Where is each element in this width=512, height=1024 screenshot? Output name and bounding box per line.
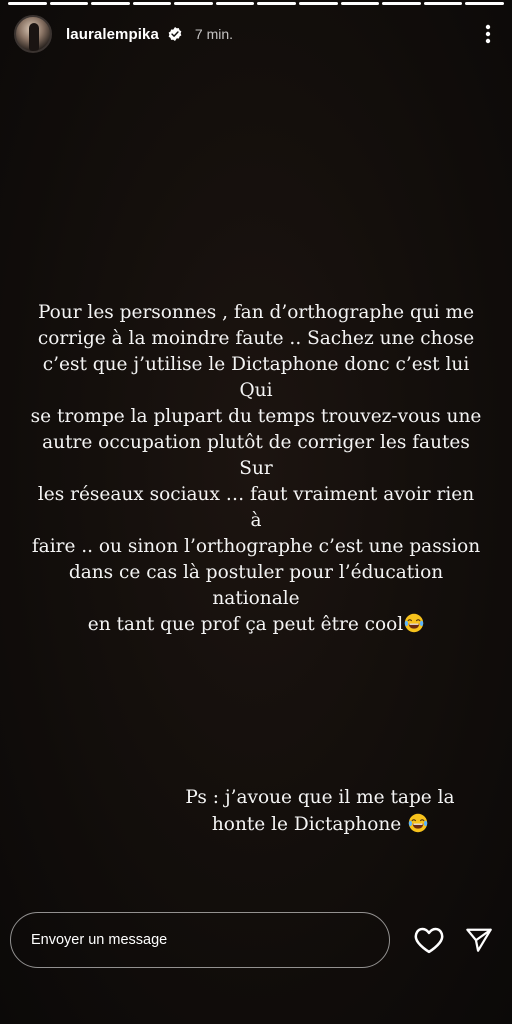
story-progress-segment — [257, 2, 297, 5]
like-button[interactable] — [412, 923, 446, 957]
story-progress-segment — [91, 2, 130, 5]
more-vertical-icon — [485, 24, 491, 44]
story-progress-segment — [299, 2, 338, 5]
story-text-main-content: Pour les personnes , fan d’orthographe q… — [30, 302, 482, 635]
story-progress-segment — [8, 2, 47, 5]
story-progress-segment — [382, 2, 421, 5]
more-options-button[interactable] — [478, 19, 498, 49]
avatar[interactable] — [14, 15, 52, 53]
send-message-input[interactable]: Envoyer un message — [10, 912, 390, 968]
avatar-figure — [29, 23, 39, 51]
heart-icon — [414, 927, 444, 954]
send-message-placeholder: Envoyer un message — [31, 932, 168, 948]
story-progress-segment — [174, 2, 213, 5]
story-progress-segment — [215, 2, 255, 5]
story-header: lauralempika 7 min. — [14, 14, 498, 54]
verified-badge-icon — [168, 27, 182, 41]
story-progress-segment — [49, 2, 89, 5]
face-with-tears-of-joy-emoji — [405, 613, 424, 633]
story-viewer[interactable]: lauralempika 7 min. Pour les personnes ,… — [0, 0, 512, 1024]
username[interactable]: lauralempika — [66, 26, 159, 43]
story-progress-segment — [340, 2, 380, 5]
send-icon — [466, 928, 492, 952]
send-button[interactable] — [462, 923, 496, 957]
reply-bar: Envoyer un message — [10, 911, 502, 969]
story-text-main: Pour les personnes , fan d’orthographe q… — [30, 300, 482, 638]
story-progress-bar — [8, 2, 504, 6]
story-progress-segment — [465, 2, 504, 5]
story-progress-segment — [132, 2, 172, 5]
post-time: 7 min. — [194, 26, 234, 42]
story-progress-segment — [423, 2, 463, 5]
story-text-ps: Ps : j’avoue que il me tape la honte le … — [170, 784, 470, 838]
face-with-tears-of-joy-emoji — [408, 813, 428, 833]
